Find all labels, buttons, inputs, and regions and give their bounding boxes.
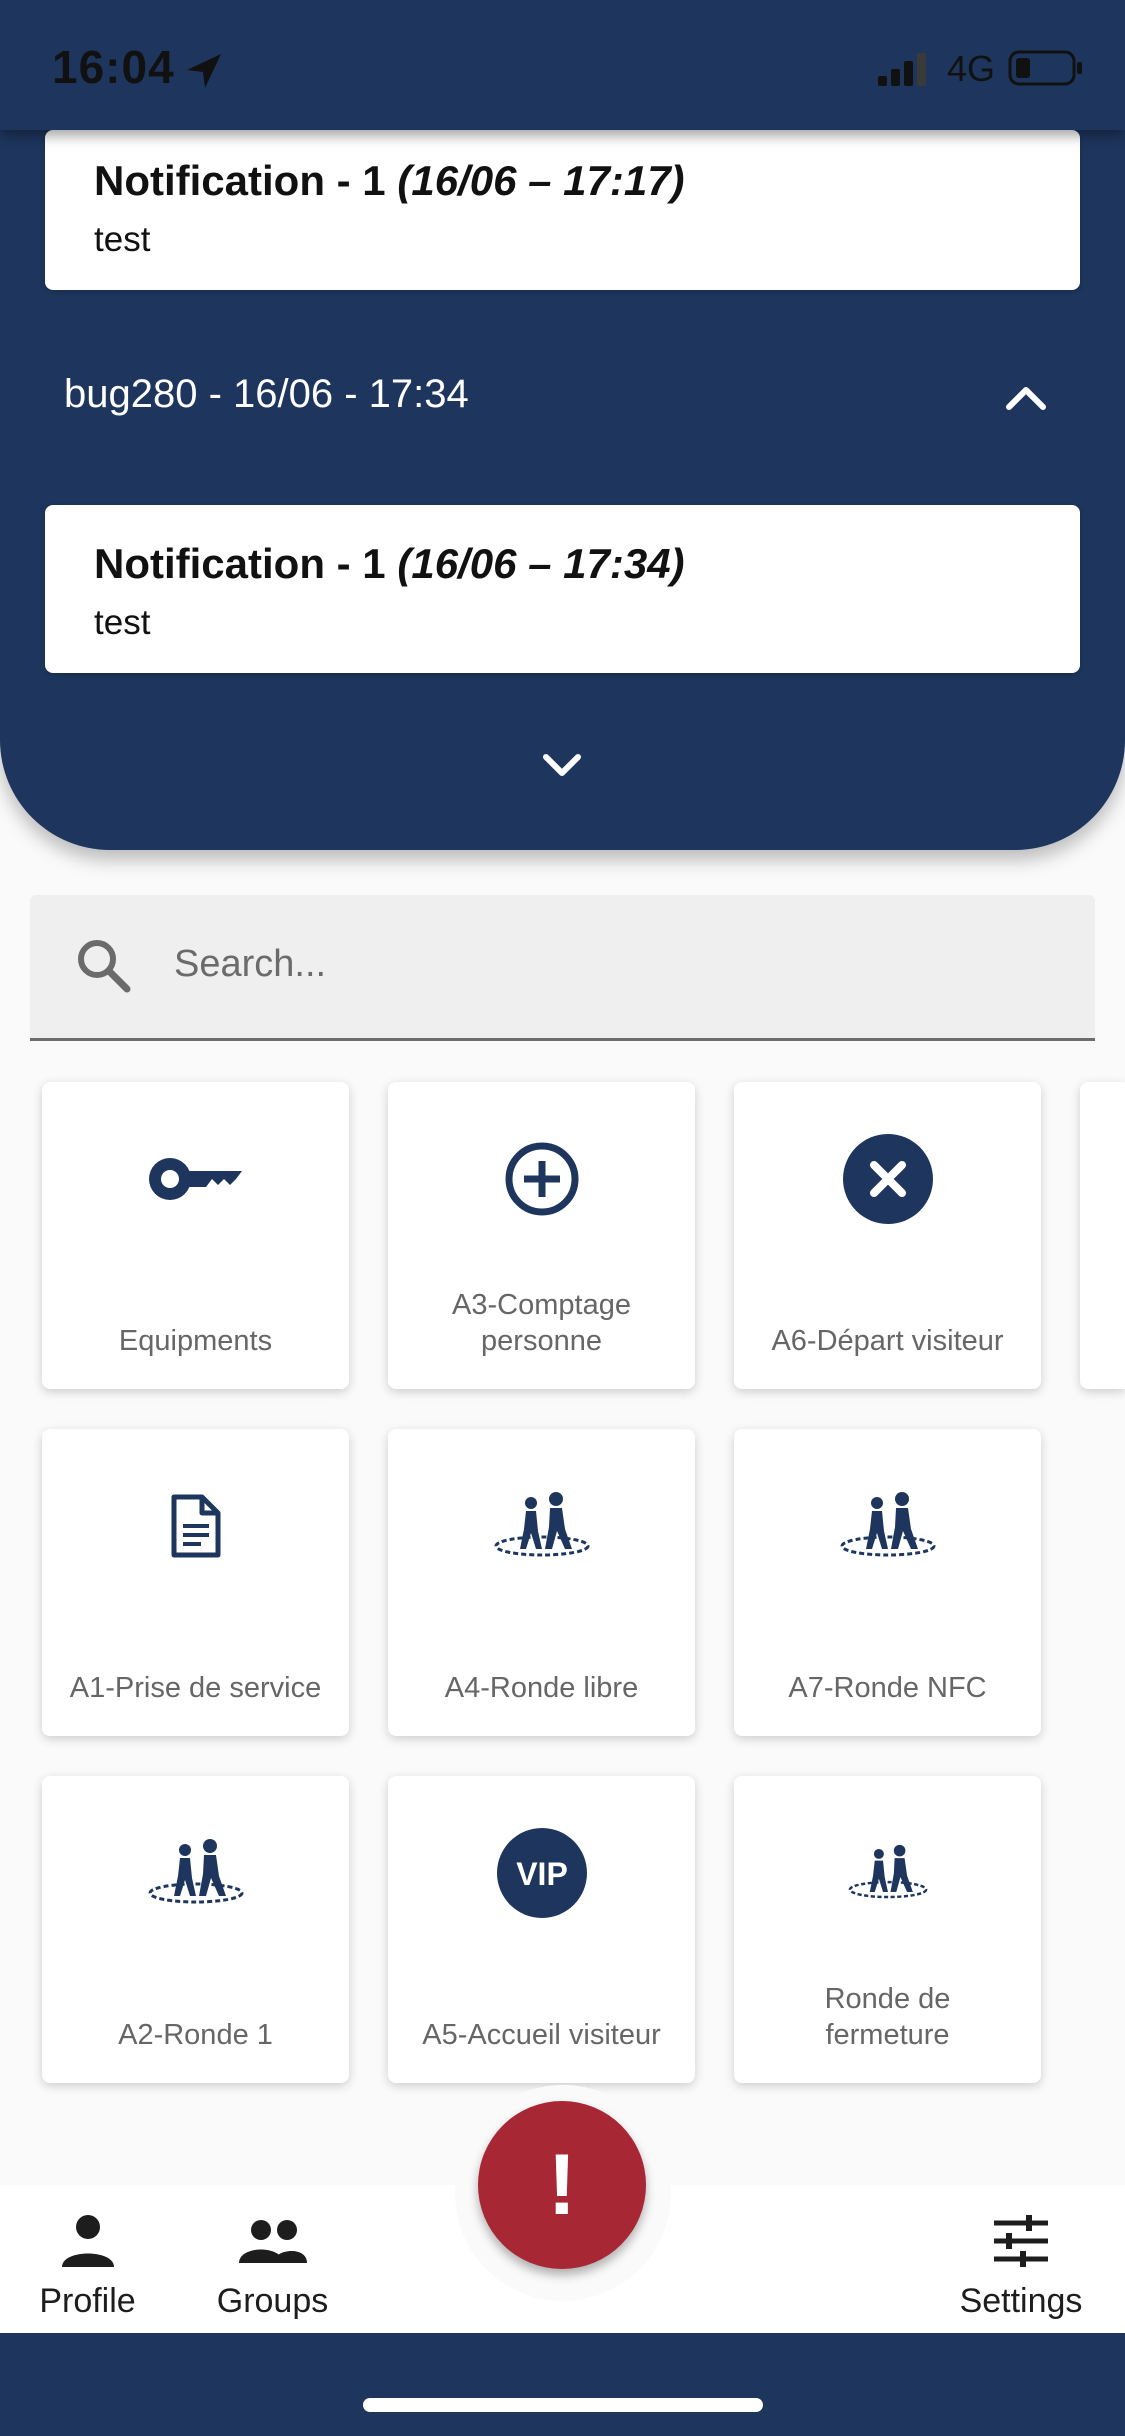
tile-equipments[interactable]: Equipments [42, 1082, 349, 1389]
exclamation-icon: ! [547, 2136, 577, 2233]
notification-title: Notification - 1 (16/06 – 17:34) [94, 540, 685, 587]
tile-label: A5-Accueil visiteur [422, 2019, 661, 2051]
tile-label: A7-Ronde NFC [788, 1672, 987, 1704]
tile-label: Ronde de fermeture [824, 1983, 951, 2051]
tile-label: A6-Départ visiteur [771, 1325, 1004, 1357]
tile-label: Equipments [118, 1325, 273, 1357]
tile-a2-ronde-1[interactable]: A2-Ronde 1 [42, 1776, 349, 2083]
notification-time: (16/06 – 17:34) [397, 540, 685, 587]
network-type: 4G [947, 48, 996, 89]
notification-time: (16/06 – 17:17) [397, 157, 685, 204]
key-icon [148, 1158, 242, 1200]
close-circle-icon [842, 1134, 933, 1224]
nav-groups-label: Groups [216, 2282, 329, 2320]
tile-offscreen[interactable] [1080, 1082, 1125, 1389]
status-time: 16:04 [52, 41, 175, 93]
notification-body: test [94, 603, 151, 642]
battery-icon [1008, 50, 1082, 86]
nav-settings-label: Settings [959, 2282, 1083, 2320]
patrol-icon [148, 1839, 243, 1904]
tile-a6-depart-visiteur[interactable]: A6-Départ visiteur [734, 1082, 1041, 1389]
tile-a4-ronde-libre[interactable]: A4-Ronde libre [388, 1429, 695, 1736]
tile-a5-accueil-visiteur[interactable]: VIP A5-Accueil visiteur [388, 1776, 695, 2083]
vip-text: VIP [516, 1856, 568, 1892]
location-arrow-icon [187, 54, 221, 88]
tile-ronde-de-fermeture[interactable]: Ronde de fermeture [734, 1776, 1041, 2083]
notification-body: test [94, 220, 151, 259]
patrol-icon [840, 1492, 935, 1557]
chevron-up-icon[interactable] [1005, 383, 1047, 411]
notification-card[interactable]: Notification - 1 (16/06 – 17:34) test [45, 505, 1080, 673]
patrol-icon [494, 1492, 589, 1557]
nav-settings[interactable]: Settings [945, 2185, 1097, 2333]
search-input[interactable]: Search... [30, 895, 1095, 1041]
person-icon [62, 2215, 114, 2267]
notification-card[interactable]: Notification - 1 (16/06 – 17:17) test [45, 130, 1080, 290]
nav-groups[interactable]: Groups [200, 2185, 345, 2333]
search-icon [78, 940, 131, 993]
nav-profile[interactable]: Profile [20, 2185, 155, 2333]
tile-a1-prise-de-service[interactable]: A1-Prise de service [42, 1429, 349, 1736]
alert-button[interactable]: ! [478, 2101, 646, 2269]
patrol-icon [848, 1844, 927, 1899]
tile-label: A3-Comptage personne [452, 1289, 631, 1357]
signal-icon [878, 53, 926, 86]
search-placeholder: Search... [174, 943, 327, 985]
chevron-down-icon[interactable] [542, 752, 582, 778]
tile-label: A4-Ronde libre [444, 1672, 639, 1704]
document-icon [171, 1494, 220, 1558]
tile-a7-ronde-nfc[interactable]: A7-Ronde NFC [734, 1429, 1041, 1736]
tile-label: A2-Ronde 1 [118, 2019, 273, 2051]
home-indicator[interactable] [363, 2398, 763, 2412]
groups-icon [239, 2220, 307, 2263]
nav-profile-label: Profile [39, 2282, 136, 2320]
notification-group-header[interactable]: bug280 - 16/06 - 17:34 [64, 372, 469, 417]
tile-a3-comptage-personne[interactable]: A3-Comptage personne [388, 1082, 695, 1389]
home-area [0, 2333, 1125, 2436]
sliders-icon [994, 2215, 1048, 2267]
tile-label: A1-Prise de service [69, 1672, 322, 1704]
plus-circle-icon [505, 1142, 578, 1216]
notification-title: Notification - 1 (16/06 – 17:17) [94, 157, 685, 204]
vip-icon: VIP [496, 1828, 587, 1918]
status-bar: 16:04 4G [0, 0, 1125, 130]
